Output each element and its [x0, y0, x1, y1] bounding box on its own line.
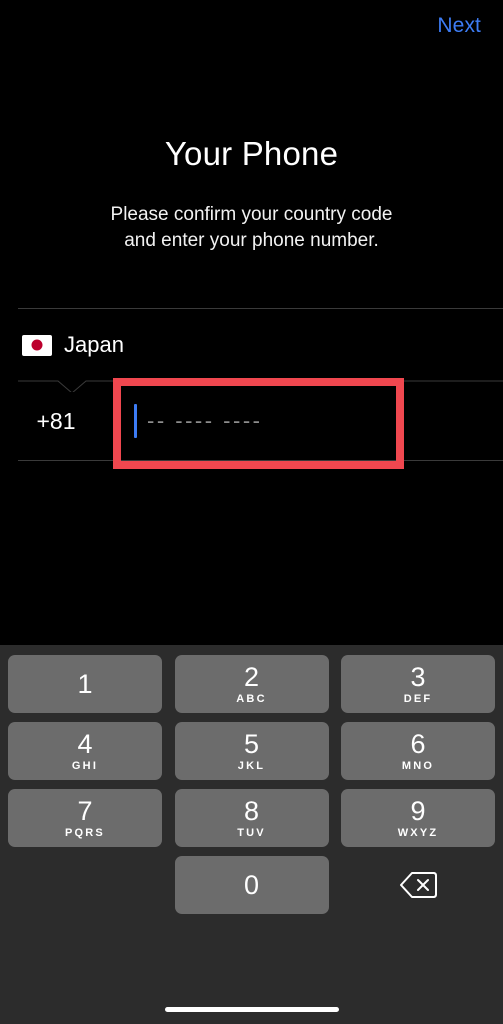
- phone-number-row: +81 -- ---- ----: [0, 382, 503, 460]
- keypad-key-digit: 3: [410, 661, 426, 692]
- keypad-key-letters: DEF: [403, 692, 433, 705]
- keypad-row-4: 0: [8, 856, 495, 914]
- keypad-key-letters: ABC: [236, 692, 267, 705]
- keypad-key-0[interactable]: 0: [174, 856, 329, 914]
- keypad-key-digit: 7: [77, 795, 93, 826]
- page-subtitle-line2: and enter your phone number.: [124, 230, 379, 251]
- keypad-key-letters: TUV: [237, 826, 266, 839]
- keypad-key-4[interactable]: 4 GHI: [8, 722, 162, 780]
- page-title: Your Phone: [164, 135, 339, 172]
- dial-code-label[interactable]: +81: [0, 408, 112, 435]
- keypad-key-digit: 1: [77, 669, 93, 699]
- keypad-key-letters: WXYZ: [397, 826, 439, 839]
- keypad-key-letters: PQRS: [65, 826, 105, 839]
- backspace-delete-icon: [400, 872, 437, 898]
- keypad-key-5[interactable]: 5 JKL: [174, 722, 329, 780]
- keypad-key-3[interactable]: 3 DEF: [341, 655, 495, 713]
- country-name-label: Japan: [64, 332, 124, 357]
- keypad-key-letters: JKL: [237, 759, 266, 772]
- divider-bottom: [18, 460, 503, 461]
- keypad-key-1[interactable]: 1: [8, 655, 162, 713]
- keypad-key-7[interactable]: 7 PQRS: [8, 789, 162, 847]
- japan-flag-icon: [22, 334, 52, 356]
- keypad-row-2: 4 GHI 5 JKL 6 MNO: [8, 722, 495, 780]
- keypad-row-3: 7 PQRS 8 TUV 9 WXYZ: [8, 789, 495, 847]
- keypad-key-backspace[interactable]: [341, 856, 495, 914]
- next-button[interactable]: Next: [437, 14, 481, 38]
- text-cursor: [134, 404, 137, 438]
- phone-number-input[interactable]: -- ---- ----: [112, 382, 503, 460]
- keypad-key-9[interactable]: 9 WXYZ: [341, 789, 495, 847]
- home-indicator: [164, 1007, 339, 1012]
- keypad-key-letters: GHI: [71, 759, 99, 772]
- keypad-key-digit: 0: [243, 870, 260, 900]
- keypad-row-1: 1 2 ABC 3 DEF: [8, 655, 495, 713]
- phone-entry-screen: Next Your Phone Please confirm your coun…: [0, 0, 503, 1024]
- keypad-key-digit: 2: [243, 661, 260, 692]
- phone-number-placeholder: -- ---- ----: [147, 408, 263, 433]
- keypad-key-digit: 9: [410, 795, 426, 826]
- keypad-key-6[interactable]: 6 MNO: [341, 722, 495, 780]
- keypad-key-digit: 8: [243, 795, 260, 826]
- keypad-key-8[interactable]: 8 TUV: [174, 789, 329, 847]
- page-subtitle-line1: Please confirm your country code: [110, 204, 393, 225]
- keypad-key-digit: 5: [243, 728, 260, 759]
- page-subtitle: Please confirm your country code and ent…: [0, 202, 503, 254]
- keypad-key-2[interactable]: 2 ABC: [174, 655, 329, 713]
- numeric-keypad: 1 2 ABC 3 DEF 4 GHI 5 JKL 6 MNO 7 PQRS 8…: [0, 645, 503, 1024]
- navigation-bar: Next: [0, 0, 503, 60]
- country-selector-row[interactable]: Japan: [0, 309, 503, 381]
- keypad-key-letters: MNO: [401, 759, 435, 772]
- keypad-key-digit: 4: [77, 728, 93, 759]
- keypad-key-digit: 6: [410, 728, 426, 759]
